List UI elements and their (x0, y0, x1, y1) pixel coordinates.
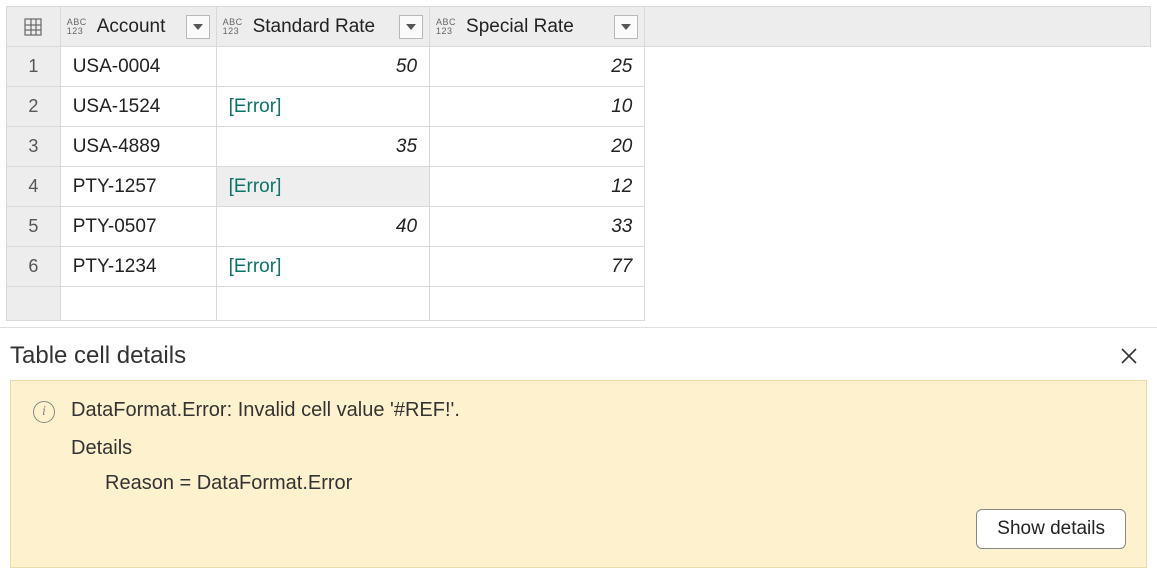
show-details-button[interactable]: Show details (976, 509, 1126, 549)
data-grid[interactable]: ABC 123 Account ABC 123 (6, 6, 1151, 321)
close-button[interactable] (1115, 342, 1143, 370)
cell-account[interactable]: USA-1524 (60, 87, 216, 127)
column-header-standard-rate[interactable]: ABC 123 Standard Rate (216, 7, 429, 47)
row-number[interactable]: 5 (7, 207, 61, 247)
cell-special-rate[interactable]: 33 (430, 207, 645, 247)
cell-special-rate[interactable]: 12 (430, 167, 645, 207)
row-filler (645, 87, 1151, 127)
table-row[interactable]: 4PTY-1257 [Error] 12 (7, 167, 1151, 207)
cell-account[interactable]: USA-4889 (60, 127, 216, 167)
row-filler (645, 167, 1151, 207)
cell-special-rate[interactable]: 25 (430, 47, 645, 87)
table-row[interactable]: 2USA-1524 [Error] 10 (7, 87, 1151, 127)
column-name: Standard Rate (253, 16, 393, 38)
table-row[interactable]: 1USA-0004 50 25 (7, 47, 1151, 87)
error-value: [Error] (229, 256, 282, 277)
cell-standard-rate[interactable]: 40 (216, 207, 429, 247)
row-number[interactable]: 1 (7, 47, 61, 87)
cell-standard-rate[interactable]: [Error] (216, 247, 429, 287)
datatype-any-icon[interactable]: ABC 123 (436, 18, 460, 36)
row-number[interactable]: 4 (7, 167, 61, 207)
error-message-box: i DataFormat.Error: Invalid cell value '… (10, 380, 1147, 568)
cell-value: 50 (396, 56, 417, 77)
query-table: ABC 123 Account ABC 123 (0, 0, 1157, 328)
cell-standard-rate[interactable]: [Error] (216, 87, 429, 127)
row-number[interactable]: 3 (7, 127, 61, 167)
column-filter-button[interactable] (186, 15, 210, 39)
row-number[interactable]: 2 (7, 87, 61, 127)
cell-account[interactable]: USA-0004 (60, 47, 216, 87)
chevron-down-icon (406, 24, 416, 30)
chevron-down-icon (193, 24, 203, 30)
row-number[interactable]: 6 (7, 247, 61, 287)
chevron-down-icon (621, 24, 631, 30)
table-row[interactable]: 6PTY-1234 [Error] 77 (7, 247, 1151, 287)
cell-special-rate[interactable]: 20 (430, 127, 645, 167)
row-filler (645, 247, 1151, 287)
datatype-any-icon[interactable]: ABC 123 (67, 18, 91, 36)
column-name: Special Rate (466, 16, 608, 38)
row-filler (645, 47, 1151, 87)
error-value: [Error] (229, 176, 282, 197)
row-filler (645, 127, 1151, 167)
cell-standard-rate[interactable]: [Error] (216, 167, 429, 207)
datatype-any-icon[interactable]: ABC 123 (223, 18, 247, 36)
column-header-special-rate[interactable]: ABC 123 Special Rate (430, 7, 645, 47)
cell-value: 40 (396, 216, 417, 237)
select-all-corner[interactable] (7, 7, 61, 47)
table-row[interactable]: 3USA-4889 35 20 (7, 127, 1151, 167)
column-name: Account (97, 16, 180, 38)
column-header-account[interactable]: ABC 123 Account (60, 7, 216, 47)
panel-title: Table cell details (10, 342, 186, 370)
cell-account[interactable]: PTY-0507 (60, 207, 216, 247)
cell-account[interactable]: PTY-1257 (60, 167, 216, 207)
table-row[interactable]: 5PTY-0507 40 33 (7, 207, 1151, 247)
header-filler (645, 7, 1151, 47)
table-icon (23, 17, 43, 37)
cell-account[interactable]: PTY-1234 (60, 247, 216, 287)
error-message-text: DataFormat.Error: Invalid cell value '#R… (71, 399, 460, 422)
cell-standard-rate[interactable]: 35 (216, 127, 429, 167)
cell-value: 35 (396, 136, 417, 157)
cell-standard-rate[interactable]: 50 (216, 47, 429, 87)
info-icon: i (33, 401, 55, 423)
close-icon (1121, 348, 1137, 364)
row-filler (645, 207, 1151, 247)
cell-details-panel: Table cell details i DataFormat.Error: I… (0, 328, 1157, 578)
column-filter-button[interactable] (614, 15, 638, 39)
error-reason: Reason = DataFormat.Error (105, 472, 1124, 495)
details-label: Details (71, 437, 1124, 460)
error-value: [Error] (229, 96, 282, 117)
cell-special-rate[interactable]: 77 (430, 247, 645, 287)
blank-row (7, 287, 1151, 321)
column-filter-button[interactable] (399, 15, 423, 39)
cell-special-rate[interactable]: 10 (430, 87, 645, 127)
